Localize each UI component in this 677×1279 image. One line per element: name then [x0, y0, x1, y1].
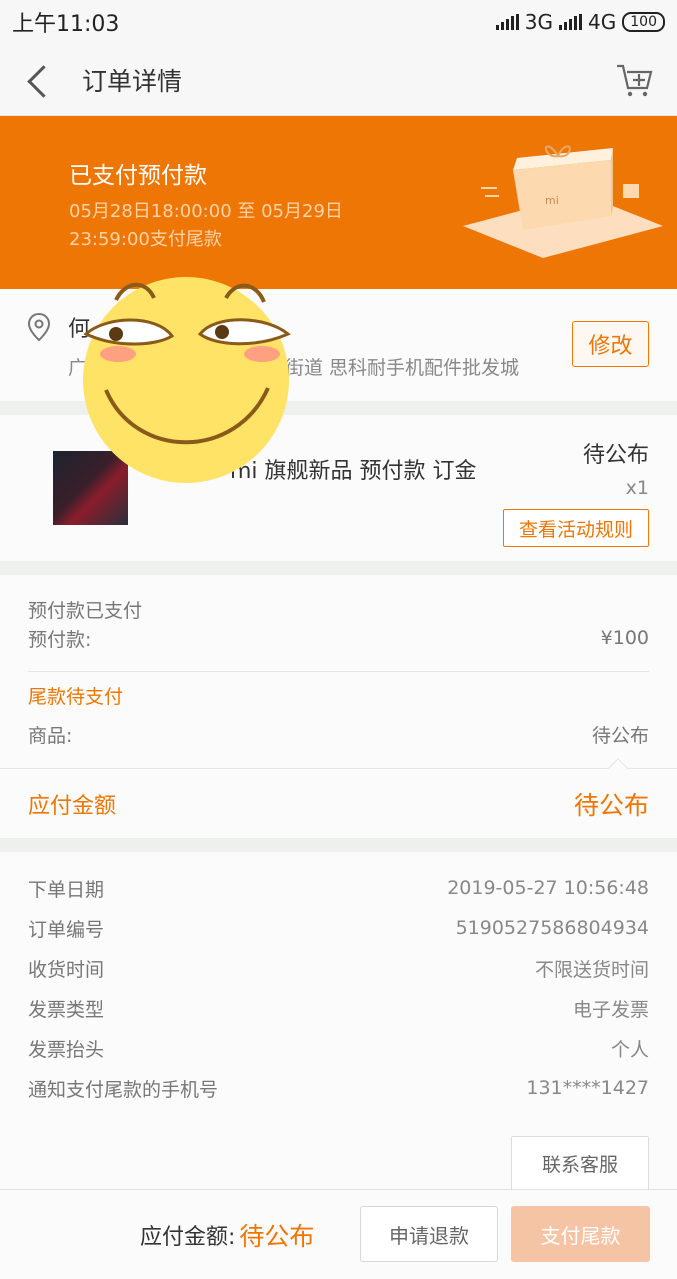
info-row-invoice-title: 发票抬头 个人 — [28, 1028, 649, 1068]
banner-title: 已支付预付款 — [69, 163, 207, 189]
section-gap — [0, 838, 677, 852]
status-bar: 上午11:03 3G 4G 100 — [0, 0, 677, 44]
info-row-order-number: 订单编号 5190527586804934 — [28, 908, 649, 948]
info-label: 订单编号 — [28, 918, 105, 941]
info-row-delivery-time: 收货时间 不限送货时间 — [28, 948, 649, 988]
status-banner: 已支付预付款 05月28日18:00:00 至 05月29日 23:59:00支… — [0, 116, 677, 289]
bottom-bar: 应付金额: 待公布 申请退款 支付尾款 — [0, 1189, 677, 1279]
network-3g: 3G — [524, 10, 554, 34]
prepaid-label: 预付款: — [28, 628, 92, 651]
info-row-invoice-type: 发票类型 电子发票 — [28, 988, 649, 1028]
info-value: 个人 — [610, 1038, 649, 1061]
goods-row: 商品: 待公布 — [28, 718, 649, 750]
banner-desc-line2: 23:59:00支付尾款 — [69, 229, 222, 250]
balance-title: 尾款待支付 — [28, 685, 124, 708]
goods-label: 商品: — [28, 724, 73, 747]
prepaid-row: 预付款: ¥100 — [28, 627, 649, 651]
info-value: 不限送货时间 — [534, 958, 649, 981]
edit-address-button[interactable]: 修改 — [572, 321, 649, 367]
gift-box-illustration: mi — [463, 145, 663, 258]
prepaid-title: 预付款已支付 — [28, 599, 143, 622]
section-gap — [0, 561, 677, 575]
info-value: 电子发票 — [572, 998, 649, 1021]
prepaid-value: ¥100 — [600, 627, 649, 649]
page-title: 订单详情 — [82, 66, 183, 96]
status-time: 上午11:03 — [12, 12, 120, 37]
payment-summary: 预付款已支付 预付款: ¥100 尾款待支付 商品: 待公布 — [0, 575, 677, 768]
amount-due-label: 应付金额 — [28, 793, 117, 819]
request-refund-button[interactable]: 申请退款 — [360, 1206, 498, 1262]
banner-desc: 05月28日18:00:00 至 05月29日 23:59:00支付尾款 — [69, 198, 369, 254]
info-row-date: 下单日期 2019-05-27 10:56:48 — [28, 868, 649, 908]
contact-service-button[interactable]: 联系客服 — [511, 1136, 649, 1190]
smiley-sticker-overlay — [83, 277, 291, 483]
network-4g: 4G — [588, 10, 617, 34]
info-value: 131****1427 — [526, 1077, 649, 1099]
nav-bar: 订单详情 — [0, 44, 677, 116]
gift-box-logo: mi — [545, 194, 559, 207]
status-indicators: 3G 4G 100 — [495, 10, 665, 34]
view-rules-button[interactable]: 查看活动规则 — [503, 509, 649, 547]
cart-add-icon[interactable] — [615, 60, 655, 100]
info-value: 2019-05-27 10:56:48 — [447, 877, 649, 899]
address-line-end: 街道 思科耐手机配件批发城 — [285, 357, 520, 379]
info-row-phone: 通知支付尾款的手机号 131****1427 — [28, 1068, 649, 1108]
order-info: 下单日期 2019-05-27 10:56:48 订单编号 519052758680… — [0, 852, 677, 1196]
info-label: 发票抬头 — [28, 1038, 105, 1061]
banner-desc-line1: 05月28日18:00:00 至 05月29日 — [69, 201, 343, 222]
info-value: 5190527586804934 — [455, 917, 649, 939]
product-price: 待公布 — [582, 443, 649, 468]
product-quantity: x1 — [625, 477, 649, 499]
info-label: 通知支付尾款的手机号 — [28, 1078, 219, 1101]
amount-due-value: 待公布 — [573, 790, 649, 820]
info-label: 收货时间 — [28, 958, 105, 981]
amount-due-row: 应付金额 待公布 — [0, 758, 677, 838]
signal-icon — [495, 14, 519, 30]
footer-amount-label: 应付金额: — [140, 1224, 236, 1250]
battery-icon: 100 — [622, 12, 665, 32]
location-pin-icon — [28, 313, 50, 341]
signal-icon — [559, 14, 583, 30]
goods-value: 待公布 — [591, 724, 649, 747]
pay-balance-button[interactable]: 支付尾款 — [511, 1206, 650, 1262]
footer-amount-value: 待公布 — [239, 1221, 315, 1251]
back-arrow-icon[interactable] — [22, 60, 52, 100]
info-label: 发票类型 — [28, 998, 105, 1021]
info-label: 下单日期 — [28, 878, 105, 901]
